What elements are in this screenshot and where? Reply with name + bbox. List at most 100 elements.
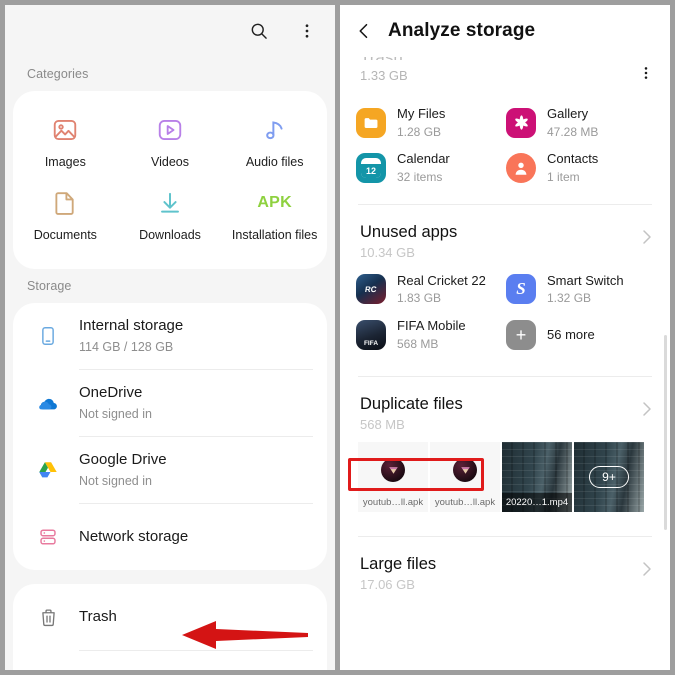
vertical-scrollbar[interactable]: [664, 335, 667, 530]
category-documents[interactable]: Documents: [13, 178, 118, 251]
storage-item-google-drive[interactable]: Google Drive Not signed in: [13, 437, 327, 503]
storage-item-subtitle: Not signed in: [79, 474, 152, 489]
app-name: Contacts: [547, 151, 599, 167]
app-name: Smart Switch: [547, 272, 624, 288]
storage-item-internal-storage[interactable]: Internal storage 114 GB / 128 GB: [13, 303, 327, 369]
unused-app-smart-switch[interactable]: S Smart Switch 1.32 GB: [506, 272, 656, 307]
trash-icon: [31, 607, 65, 628]
storage-app-tiles: My Files 1.28 GB Gallery 47.28 MB 12 Cal…: [340, 99, 670, 196]
duplicate-thumb-apk-1[interactable]: youtub…ll.apk: [358, 442, 428, 513]
unused-app-real-cricket-22[interactable]: RC Real Cricket 22 1.83 GB: [356, 272, 506, 307]
chevron-right-icon[interactable]: [640, 559, 654, 583]
video-icon: [156, 114, 184, 146]
app-size: 47.28 MB: [547, 124, 599, 139]
categories-card: Images Videos Audio files Documents Down…: [13, 91, 327, 269]
duplicate-files-thumbnails: youtub…ll.apk youtub…ll.apk 20220…1.mp4: [340, 432, 670, 513]
my-files-home-panel: Categories Images Videos Audio files Doc…: [5, 5, 335, 670]
section-large-files[interactable]: Large files 17.06 GB: [340, 537, 670, 592]
category-downloads[interactable]: Downloads: [118, 178, 223, 251]
section-title: Unused apps: [360, 222, 458, 241]
storage-item-title: Google Drive: [79, 450, 167, 468]
categories-grid-row-2: Documents Downloads APK Installation fil…: [13, 178, 327, 251]
unused-apps-tiles: RC Real Cricket 22 1.83 GB S Smart Switc…: [340, 260, 670, 363]
page-title: Analyze storage: [388, 20, 536, 41]
tools-item-title: Trash: [79, 607, 117, 625]
category-label: Downloads: [139, 228, 201, 242]
app-glyph: FIFA: [363, 339, 379, 347]
app-glyph: RC: [364, 284, 378, 294]
app-tile-my-files[interactable]: My Files 1.28 GB: [356, 105, 506, 140]
smart-switch-icon: S: [506, 274, 536, 305]
apk-file-icon: [453, 458, 477, 483]
storage-item-onedrive[interactable]: OneDrive Not signed in: [13, 370, 327, 436]
tools-card: Trash Analyze storage: [13, 584, 327, 670]
clipped-trash-section[interactable]: Trash 1.33 GB: [340, 48, 670, 99]
more-vertical-icon[interactable]: [638, 65, 654, 86]
clipped-section-size: 1.33 GB: [360, 68, 408, 83]
app-tile-gallery[interactable]: Gallery 47.28 MB: [506, 105, 656, 140]
chevron-right-icon[interactable]: [640, 399, 654, 423]
storage-card: Internal storage 114 GB / 128 GB OneDriv…: [13, 303, 327, 570]
gallery-icon: [506, 107, 536, 138]
unused-app-fifa-mobile[interactable]: FIFA FIFA Mobile 568 MB: [356, 317, 506, 352]
storage-item-title: Network storage: [79, 527, 189, 545]
storage-item-title: Internal storage: [79, 316, 184, 334]
screenshot-root: Categories Images Videos Audio files Doc…: [0, 0, 675, 675]
app-name: Real Cricket 22: [397, 272, 486, 288]
app-name: 56 more: [547, 326, 595, 342]
app-name: My Files: [397, 106, 446, 121]
back-chevron-icon[interactable]: [354, 21, 374, 41]
section-size: 10.34 GB: [360, 244, 415, 260]
chevron-right-icon[interactable]: [640, 227, 654, 251]
storage-item-subtitle: 114 GB / 128 GB: [79, 340, 174, 355]
section-unused-apps[interactable]: Unused apps 10.34 GB: [340, 205, 670, 260]
duplicate-thumb-more[interactable]: 9+: [574, 442, 644, 513]
app-name: Calendar: [397, 151, 450, 167]
category-audio-files[interactable]: Audio files: [222, 105, 327, 178]
more-vertical-icon[interactable]: [293, 17, 321, 45]
app-name: FIFA Mobile: [397, 318, 466, 334]
apk-file-icon: [381, 458, 405, 483]
my-files-icon: [356, 107, 386, 138]
storage-item-title: OneDrive: [79, 383, 143, 401]
phone-icon: [31, 325, 65, 347]
tools-item-trash[interactable]: Trash: [13, 584, 327, 650]
storage-item-subtitle: Not signed in: [79, 407, 152, 422]
category-label: Videos: [150, 155, 189, 169]
search-icon[interactable]: [245, 17, 273, 45]
real-cricket-icon: RC: [356, 274, 386, 305]
category-installation-files[interactable]: APK Installation files: [222, 178, 327, 251]
left-top-bar: [5, 5, 335, 57]
section-duplicate-files[interactable]: Duplicate files 568 MB: [340, 377, 670, 432]
category-label: Installation files: [231, 228, 318, 242]
app-name: Gallery: [547, 106, 589, 121]
app-size: 1 item: [547, 169, 580, 184]
image-icon: [51, 114, 79, 146]
categories-section-label: Categories: [27, 67, 89, 81]
app-tile-contacts[interactable]: Contacts 1 item: [506, 150, 656, 185]
app-tile-calendar[interactable]: 12 Calendar 32 items: [356, 150, 506, 185]
unused-app-more[interactable]: + 56 more: [506, 317, 656, 352]
duplicate-thumb-video[interactable]: 20220…1.mp4: [502, 442, 572, 513]
analyze-storage-body: Trash 1.33 GB My Files: [340, 48, 670, 592]
categories-grid-row-1: Images Videos Audio files: [13, 105, 327, 178]
analyze-storage-panel: Analyze storage Trash 1.33 GB: [340, 5, 670, 670]
duplicate-thumb-apk-2[interactable]: youtub…ll.apk: [430, 442, 500, 513]
storage-section-label: Storage: [27, 279, 72, 293]
thumb-caption: youtub…ll.apk: [358, 493, 428, 513]
storage-item-network-storage[interactable]: Network storage: [13, 504, 327, 570]
apk-icon: APK: [257, 194, 292, 211]
tools-item-analyze-storage[interactable]: Analyze storage: [13, 651, 327, 670]
music-note-icon: [261, 114, 289, 146]
app-glyph: +: [515, 324, 527, 345]
category-label: Documents: [33, 228, 97, 242]
section-size: 17.06 GB: [360, 577, 415, 593]
app-size: 568 MB: [397, 336, 439, 351]
app-glyph: S: [516, 279, 526, 299]
category-videos[interactable]: Videos: [118, 105, 223, 178]
calendar-icon: 12: [356, 153, 386, 184]
category-label: Audio files: [245, 155, 304, 169]
category-images[interactable]: Images: [13, 105, 118, 178]
section-title: Large files: [360, 555, 437, 574]
